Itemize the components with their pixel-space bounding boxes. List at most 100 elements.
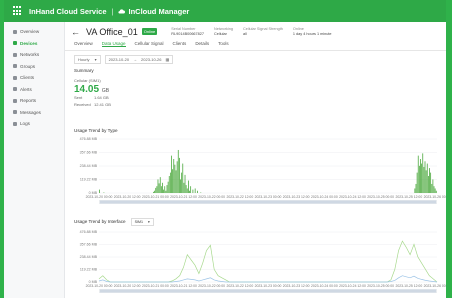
series-line-2 xyxy=(98,274,438,282)
usage-bar xyxy=(425,170,427,193)
chevron-down-icon: ▾ xyxy=(147,219,150,224)
usage-bar xyxy=(434,188,436,193)
usage-bar xyxy=(189,190,190,193)
usage-by-interface-chart: 476.88 MB357.66 MB238.44 MB119.22 MB0 MB… xyxy=(80,230,447,293)
sidebar-item-messages[interactable]: Messages xyxy=(4,107,64,119)
sidebar-item-alerts[interactable]: Alerts xyxy=(4,84,64,96)
y-tick-label: 357.66 MB xyxy=(80,242,98,246)
usage-bar xyxy=(420,159,421,193)
usage-bar xyxy=(432,179,434,193)
apps-grid-icon[interactable] xyxy=(13,6,23,16)
interface-select-value: SIM1 xyxy=(134,219,143,224)
series-line-1 xyxy=(98,239,438,282)
x-tick-label: 2023-10-20 00:00 xyxy=(86,195,113,199)
usage-bar xyxy=(167,181,169,193)
usage-bar xyxy=(103,192,105,193)
back-arrow-icon[interactable]: ← xyxy=(71,27,80,37)
x-tick-label: 2023-10-23 12:00 xyxy=(283,195,310,199)
status-badge: Online xyxy=(141,28,158,35)
zoom-slider-handle[interactable] xyxy=(100,200,436,204)
date-start: 2023-10-20 xyxy=(108,57,130,62)
y-tick-label: 119.22 MB xyxy=(80,178,98,182)
sidebar-item-label: Clients xyxy=(20,75,35,81)
x-tick-label: 2023-10-24 00:00 xyxy=(311,284,338,288)
sidebar-item-clients[interactable]: Clients xyxy=(4,72,64,84)
usage-bar xyxy=(424,161,426,193)
usage-bar xyxy=(177,149,179,193)
usage-bar xyxy=(159,177,161,193)
tab-cellular-signal[interactable]: Cellular Signal xyxy=(135,41,164,46)
sidebar-item-overview[interactable]: Overview xyxy=(4,26,64,38)
usage-bar xyxy=(174,164,176,193)
brand-separator: | xyxy=(111,6,114,16)
tab-data-usage[interactable]: Data Usage xyxy=(101,41,126,47)
total-unit: GB xyxy=(101,88,110,94)
usage-bar xyxy=(178,157,180,193)
sidebar-item-logs[interactable]: Logs xyxy=(4,118,64,130)
device-meta: Serial Number RL9014B00667827 Networking Ce… xyxy=(171,27,331,37)
usage-bar xyxy=(416,172,418,193)
usage-bar xyxy=(414,188,416,193)
usage-bar xyxy=(169,172,171,193)
chevron-down-icon: ▾ xyxy=(94,57,97,62)
tab-tools[interactable]: Tools xyxy=(218,41,229,46)
usage-bar xyxy=(99,189,100,193)
x-tick-label: 2023-10-24 12:00 xyxy=(339,195,366,199)
messages-icon xyxy=(13,110,17,115)
top-bar: InHand Cloud Service | InCloud Manager xyxy=(4,0,447,22)
x-tick-label: 2023-10-22 00:00 xyxy=(198,195,225,199)
sidebar-item-devices[interactable]: Devices xyxy=(4,38,64,50)
sidebar-item-groups[interactable]: Groups xyxy=(4,61,64,73)
sidebar-item-label: Alerts xyxy=(20,86,32,92)
total-usage: 14.05 GB xyxy=(65,84,447,95)
zoom-slider-handle[interactable] xyxy=(100,289,436,292)
sidebar-item-label: Networks xyxy=(20,52,40,58)
summary-panel: Summary Cellular (SIM1) 14.05 GB Sent 1.6… xyxy=(65,68,447,108)
x-tick-label: 2023-10-20 12:00 xyxy=(114,284,141,288)
x-tick-label: 2023-10-25 12:00 xyxy=(395,284,422,288)
meta-value: RL9014B00667827 xyxy=(171,31,204,36)
total-value: 14.05 xyxy=(74,84,100,95)
usage-bar xyxy=(154,190,155,193)
device-header: ← VA Office_01 Online Serial Number RL901… xyxy=(65,22,447,41)
y-tick-label: 238.44 MB xyxy=(80,255,98,259)
x-tick-label: 2023-10-26 00:00 xyxy=(424,284,447,288)
meta-item: Serial Number RL9014B00667827 xyxy=(171,27,204,37)
sidebar-item-networks[interactable]: Networks xyxy=(4,49,64,61)
tab-overview[interactable]: Overview xyxy=(74,41,93,46)
product-label: InCloud Manager xyxy=(128,6,190,16)
usage-bar xyxy=(162,182,163,193)
usage-bar xyxy=(175,170,177,193)
meta-item: Cellular Signal Strength all xyxy=(243,27,283,37)
usage-by-interface-panel: Usage Trend by Interface SIM1 ▾ 476.88 MB… xyxy=(65,218,447,298)
usage-bar xyxy=(158,183,160,193)
y-tick-label: 357.66 MB xyxy=(80,151,98,155)
interface-select[interactable]: SIM1 ▾ xyxy=(130,218,154,226)
groups-icon xyxy=(13,64,17,69)
meta-label: Online xyxy=(292,26,304,31)
sidebar-item-label: Logs xyxy=(20,121,30,127)
period-value: Hourly xyxy=(78,57,90,62)
usage-bar xyxy=(194,188,196,193)
y-tick-label: 119.22 MB xyxy=(80,267,98,271)
x-tick-label: 2023-10-23 00:00 xyxy=(255,284,282,288)
period-select[interactable]: Hourly ▾ xyxy=(74,55,101,64)
devices-icon xyxy=(13,41,17,46)
sidebar-item-reports[interactable]: Reports xyxy=(4,95,64,107)
meta-label: Networking xyxy=(214,26,233,31)
meta-value: 1 day 4 hours 1 minute xyxy=(292,31,332,36)
tab-bar: Overview Data Usage Cellular Signal Clients… xyxy=(65,41,447,51)
date-end: 2023-10-26 xyxy=(141,57,162,62)
tab-details[interactable]: Details xyxy=(195,41,209,46)
sidebar-item-label: Reports xyxy=(20,98,37,104)
usage-bar xyxy=(431,183,433,193)
y-tick-label: 476.88 MB xyxy=(80,230,98,234)
x-tick-label: 2023-10-24 12:00 xyxy=(339,284,366,288)
tab-clients[interactable]: Clients xyxy=(173,41,187,46)
usage-bar xyxy=(173,159,175,193)
usage-bar xyxy=(183,182,185,193)
date-range-picker[interactable]: 2023-10-20 → 2023-10-26 ▦ xyxy=(104,55,174,64)
usage-bar xyxy=(415,183,417,193)
usage-bar xyxy=(433,186,435,193)
x-tick-label: 2023-10-25 12:00 xyxy=(395,195,422,199)
